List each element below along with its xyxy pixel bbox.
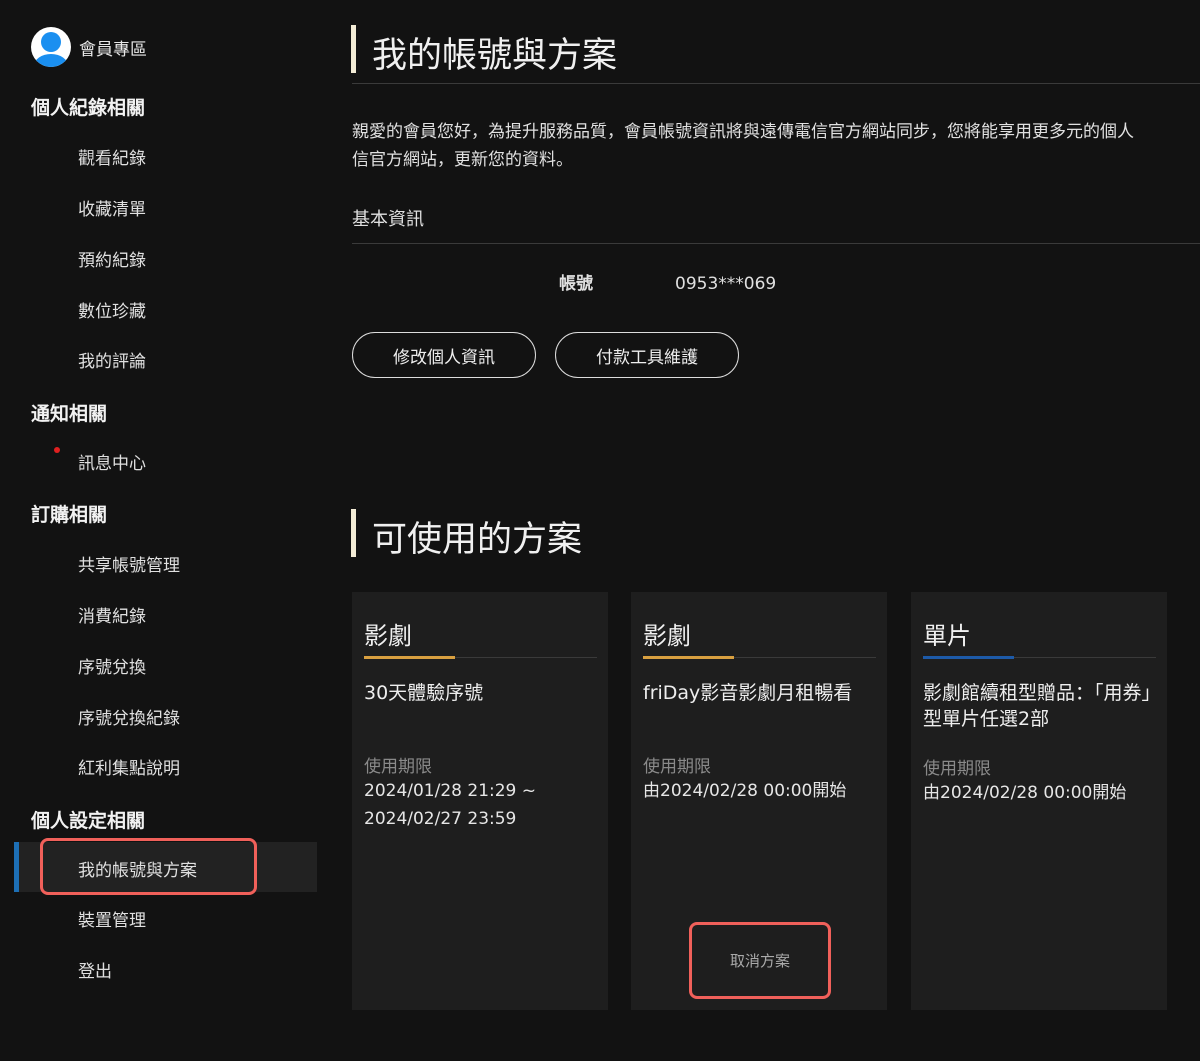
sidebar-item-purchase-history[interactable]: 消費紀錄 [78, 602, 146, 627]
period-value: 由2024/02/28 00:00開始 [923, 783, 1127, 803]
edit-profile-button[interactable]: 修改個人資訊 [352, 332, 536, 378]
section-records: 個人紀錄相關 [31, 97, 146, 119]
member-area-link[interactable]: 會員專區 [31, 27, 147, 67]
plan-category: 影劇 [643, 622, 691, 650]
basic-info-heading: 基本資訊 [352, 209, 424, 230]
payment-maintenance-button[interactable]: 付款工具維護 [555, 332, 739, 378]
sidebar-item-devices[interactable]: 裝置管理 [78, 906, 146, 931]
intro-text: 親愛的會員您好，為提升服務品質，會員帳號資訊將與遠傳電信官方網站同步，您將能享用… [352, 118, 1134, 174]
category-accent [643, 656, 734, 659]
plan-name: 30天體驗序號 [364, 682, 484, 704]
plan-name: 影劇館續租型贈品：「用券」型單片任選2部 [923, 682, 1152, 730]
sidebar-item-redeem-code[interactable]: 序號兌換 [78, 653, 146, 678]
avatar-icon [31, 27, 71, 67]
plan-card: 單片 影劇館續租型贈品：「用券」型單片任選2部 使用期限 由2024/02/28… [911, 592, 1167, 1010]
divider [352, 83, 1200, 84]
period-label: 使用期限 [364, 757, 432, 777]
period-value: 2024/01/28 21:29 ~2024/02/27 23:59 [364, 781, 537, 829]
sidebar-item-favorites[interactable]: 收藏清單 [78, 195, 146, 220]
plan-card: 影劇 30天體驗序號 使用期限 2024/01/28 21:29 ~2024/0… [352, 592, 608, 1010]
section-notifications: 通知相關 [31, 403, 108, 425]
intro-line-1: 親愛的會員您好，為提升服務品質，會員帳號資訊將與遠傳電信官方網站同步，您將能享用… [352, 122, 1134, 142]
category-accent [923, 656, 1014, 659]
period-label: 使用期限 [923, 759, 991, 779]
account-value: 0953***069 [675, 274, 777, 294]
sidebar-item-logout[interactable]: 登出 [78, 957, 112, 982]
unread-dot-icon [54, 447, 60, 453]
period-label: 使用期限 [643, 757, 711, 777]
plan-category: 影劇 [364, 622, 412, 650]
sidebar-item-my-account[interactable]: 我的帳號與方案 [78, 856, 197, 881]
plan-category: 單片 [923, 622, 971, 650]
sidebar-item-watch-history[interactable]: 觀看紀錄 [78, 144, 146, 169]
section-settings: 個人設定相關 [31, 810, 146, 832]
section-orders: 訂購相關 [31, 504, 108, 526]
account-label: 帳號 [559, 274, 593, 294]
page-title: 我的帳號與方案 [372, 36, 618, 76]
sidebar-item-bonus-points[interactable]: 紅利集點說明 [78, 754, 180, 779]
category-accent [364, 656, 455, 659]
title-accent-bar [351, 25, 356, 73]
plans-title: 可使用的方案 [372, 520, 583, 560]
sidebar-item-digital-collection[interactable]: 數位珍藏 [78, 297, 146, 322]
sidebar-item-messages[interactable]: 訊息中心 [78, 449, 146, 474]
divider [352, 243, 1200, 244]
title-accent-bar [351, 509, 356, 557]
intro-line-2: 信官方網站，更新您的資料。 [352, 150, 573, 170]
sidebar-item-shared-accounts[interactable]: 共享帳號管理 [78, 551, 180, 576]
sidebar-item-reservations[interactable]: 預約紀錄 [78, 246, 146, 271]
period-value: 由2024/02/28 00:00開始 [643, 781, 847, 801]
cancel-plan-button[interactable]: 取消方案 [689, 922, 831, 999]
plan-name: friDay影音影劇月租暢看 [643, 682, 853, 704]
sidebar-item-my-reviews[interactable]: 我的評論 [78, 347, 146, 372]
member-area-label: 會員專區 [79, 39, 147, 60]
sidebar-item-redeem-history[interactable]: 序號兌換紀錄 [78, 704, 180, 729]
